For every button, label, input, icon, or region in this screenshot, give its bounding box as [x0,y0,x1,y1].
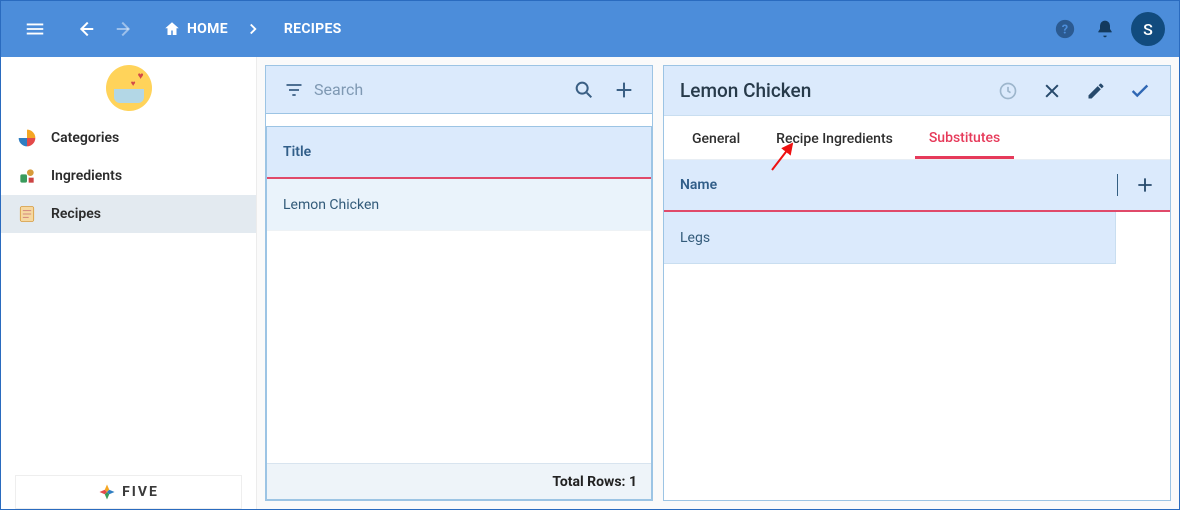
detail-title: Lemon Chicken [680,79,986,102]
sidebar-item-label: Categories [51,130,119,146]
sidebar-item-label: Recipes [51,206,101,222]
list-column-header[interactable]: Title [267,127,651,179]
ingredients-icon [13,164,41,188]
sidebar: ♥♥ Categories Ingredients Recipes [1,57,257,509]
list-footer: Total Rows: 1 [267,463,651,499]
add-substitute-button[interactable] [1130,175,1160,195]
help-button[interactable]: ? [1045,9,1085,49]
plus-icon [1135,175,1155,195]
footer-label: Total Rows: [552,474,625,490]
close-button[interactable] [1030,69,1074,113]
edit-button[interactable] [1074,69,1118,113]
add-button[interactable] [604,70,644,110]
recipe-icon [13,202,41,226]
tab-label: Substitutes [929,130,1000,146]
home-icon [163,20,181,38]
breadcrumb-separator [240,9,272,49]
substitute-name: Legs [680,230,710,246]
sidebar-item-categories[interactable]: Categories [1,119,256,157]
app-header: HOME RECIPES ? S [1,1,1179,57]
search-icon [573,79,595,101]
search-bar [266,66,652,114]
tab-label: General [692,131,740,147]
substitute-row[interactable]: Legs [664,212,1116,264]
footer-count: 1 [629,474,637,490]
breadcrumb-label: HOME [187,21,228,37]
row-title: Lemon Chicken [283,197,379,213]
menu-button[interactable] [15,9,55,49]
tab-label: Recipe Ingredients [776,131,893,147]
detail-panel: Lemon Chicken General [663,65,1171,501]
search-input[interactable] [314,80,564,99]
divider [1117,174,1118,196]
avatar[interactable]: S [1131,12,1165,46]
footer-brand: FIVE [15,475,242,509]
filter-icon [284,80,304,100]
avatar-initial: S [1143,20,1153,39]
sidebar-item-recipes[interactable]: Recipes [1,195,256,233]
arrow-right-icon [114,18,136,40]
help-icon: ? [1054,18,1076,40]
sub-column-header: Name [664,160,1170,212]
confirm-button[interactable] [1118,69,1162,113]
clock-icon [998,81,1018,101]
history-button [986,69,1030,113]
nav-back-button[interactable] [65,9,105,49]
list-panel: Title Lemon Chicken Total Rows: 1 [265,65,653,501]
five-logo-icon [98,483,116,501]
svg-text:?: ? [1062,23,1068,38]
breadcrumb-recipes[interactable]: RECIPES [272,9,354,49]
breadcrumb-label: RECIPES [284,21,342,37]
tab-general[interactable]: General [678,119,754,159]
list-row[interactable]: Lemon Chicken [267,179,651,231]
tab-substitutes[interactable]: Substitutes [915,119,1014,159]
filter-button[interactable] [274,70,314,110]
hamburger-icon [24,18,46,40]
pencil-icon [1086,81,1106,101]
breadcrumb: HOME RECIPES [151,9,354,49]
arrow-left-icon [74,18,96,40]
sub-header-label: Name [680,177,717,193]
sidebar-item-ingredients[interactable]: Ingredients [1,157,256,195]
pie-icon [13,126,41,150]
app-logo: ♥♥ [1,57,256,119]
plus-icon [613,79,635,101]
chevron-right-icon [244,20,262,38]
detail-tabs: General Recipe Ingredients Substitutes [664,116,1170,160]
column-header-label: Title [283,144,311,160]
breadcrumb-home[interactable]: HOME [151,9,240,49]
close-icon [1042,81,1062,101]
nav-forward-button [105,9,145,49]
check-icon [1129,80,1151,102]
tab-recipe-ingredients[interactable]: Recipe Ingredients [762,119,907,159]
search-button[interactable] [564,70,604,110]
footer-brand-text: FIVE [122,484,159,500]
sidebar-item-label: Ingredients [51,168,122,184]
bell-icon [1095,19,1115,39]
notifications-button[interactable] [1085,9,1125,49]
